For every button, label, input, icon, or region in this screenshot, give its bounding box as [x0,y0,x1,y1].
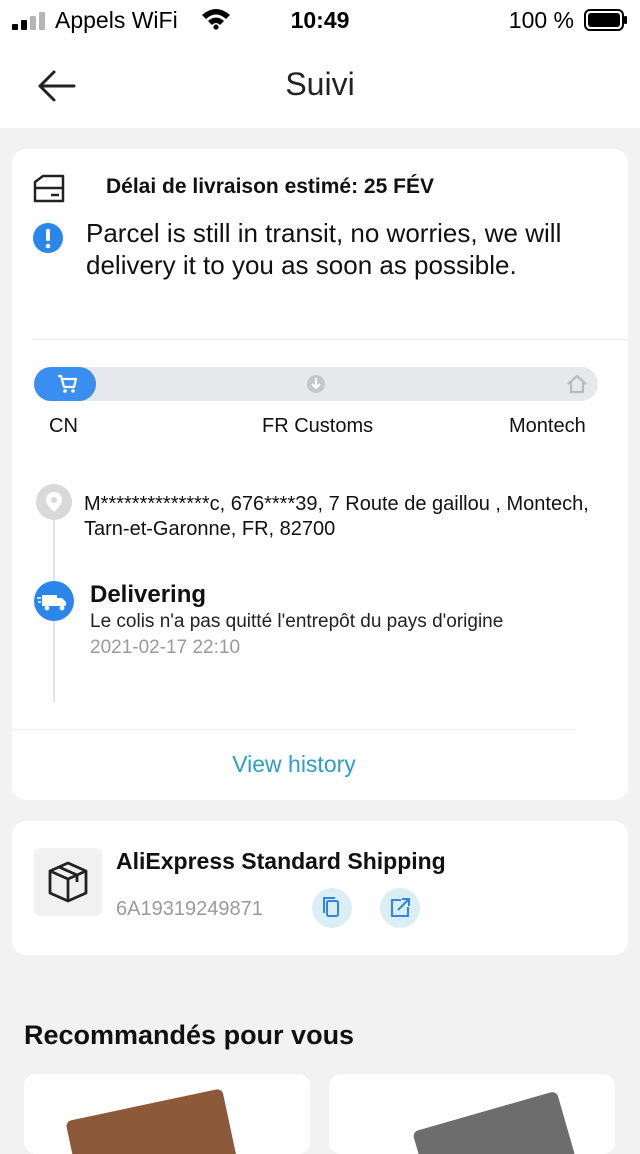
copy-button[interactable] [312,888,352,928]
shipping-card: AliExpress Standard Shipping 6A193192498… [12,821,628,955]
info-icon [33,223,63,253]
product-image [412,1090,576,1154]
shipping-method: AliExpress Standard Shipping [116,848,446,874]
tracking-number: 6A19319249871 [116,898,263,920]
copy-icon [323,897,339,917]
open-tracking-button[interactable] [380,888,420,928]
stop-customs: FR Customs [262,415,374,437]
progress-track [34,367,598,401]
location-pin-icon [36,484,72,520]
product-image [65,1088,239,1154]
recommendations-title: Recommandés pour vous [24,1020,355,1050]
status-date: 2021-02-17 22:10 [90,637,241,658]
cart-icon [58,374,78,393]
divider [32,339,628,340]
top-header: Appels WiFi 10:49 100 % Suivi [0,0,640,128]
delivery-address: M**************c, 676****39, 7 Route de … [84,493,589,540]
delivery-truck-icon [33,174,65,203]
status-description: Le colis n'a pas quitté l'entrepôt du pa… [90,611,504,632]
status-title: Delivering [90,581,207,608]
nav-bar: Suivi [0,44,640,128]
external-link-icon [391,898,410,917]
delivery-estimate: Délai de livraison estimé: 25 FÉV [106,175,434,198]
status-bar: Appels WiFi 10:49 100 % [0,0,640,44]
product-card[interactable] [24,1074,310,1154]
transit-notice: Parcel is still in transit, no worries, … [86,218,562,280]
page-title: Suivi [285,66,355,102]
battery-percent: 100 % [508,7,574,33]
view-history-link[interactable]: View history [12,751,576,778]
package-icon [34,848,102,916]
customs-icon [307,375,325,393]
truck-icon [34,581,74,621]
battery-icon [584,9,627,31]
product-card[interactable] [329,1074,615,1154]
home-icon [567,374,587,394]
stop-origin: CN [49,415,78,437]
tracking-card: Délai de livraison estimé: 25 FÉV Parcel… [12,149,628,800]
divider [12,729,576,730]
stop-destination: Montech [509,415,586,437]
